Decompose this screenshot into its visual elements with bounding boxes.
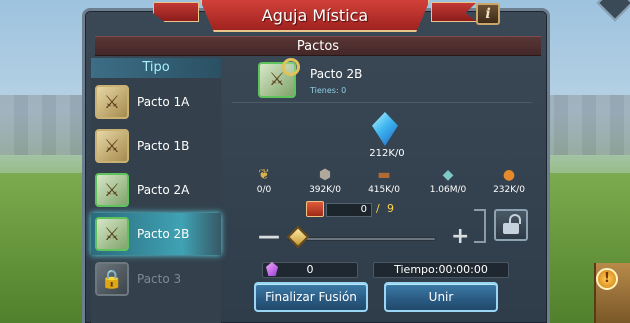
corner-gem-icon[interactable]: [596, 0, 630, 22]
unlock-icon: [503, 213, 521, 234]
quantity-max: 9: [387, 202, 394, 215]
lock-icon: 🔒: [95, 262, 129, 296]
gold-icon: ●: [502, 167, 516, 183]
divider: [232, 102, 532, 103]
selected-pact-name: Pacto 2B: [310, 67, 363, 81]
scroll-sword-icon: ⚔: [95, 129, 129, 163]
background-wall-left: [0, 95, 90, 155]
dialog-title: Aguja Mística: [261, 5, 369, 25]
info-button[interactable]: i: [476, 3, 500, 25]
ore-icon: ◆: [442, 167, 454, 183]
pact-label: Pacto 3: [137, 272, 182, 286]
resource-gold: ● 232K/0: [479, 166, 539, 195]
resource-value: 1.06M/0: [429, 185, 467, 195]
scroll-icon: [306, 201, 324, 217]
background-wall-right: [540, 95, 630, 155]
stone-icon: ⬢: [318, 167, 332, 183]
alert-badge-icon[interactable]: !: [596, 268, 618, 290]
pact-label: Pacto 1B: [137, 139, 190, 153]
crystal-cost: 212K/0: [369, 148, 405, 159]
scroll-sword-icon: ⚔: [95, 173, 129, 207]
scroll-sword-icon: ⚔: [95, 217, 129, 251]
resource-wood: ▬ 415K/0: [354, 166, 414, 195]
resource-stone: ⬢ 392K/0: [295, 166, 355, 195]
resource-value: 232K/0: [493, 185, 525, 195]
pact-item-3[interactable]: 🔒 Pacto 3: [91, 258, 221, 300]
decrease-button[interactable]: —: [258, 226, 280, 248]
unlock-button[interactable]: [494, 209, 528, 241]
quantity-input[interactable]: 0: [326, 203, 372, 217]
resource-value: 0/0: [256, 185, 272, 195]
quantity-separator: /: [376, 202, 380, 215]
finalize-fusion-button[interactable]: Finalizar Fusión: [254, 282, 368, 312]
time-display: Tiempo:00:00:00: [373, 262, 509, 278]
pact-label: Pacto 2B: [137, 227, 190, 241]
increase-button[interactable]: +: [451, 226, 469, 248]
resource-ore: ◆ 1.06M/0: [418, 166, 478, 195]
owned-count: Tienes: 0: [310, 86, 347, 95]
scroll-sword-icon: ⚔: [95, 85, 129, 119]
pact-item-1b[interactable]: ⚔ Pacto 1B: [91, 125, 221, 167]
wood-icon: ▬: [377, 167, 391, 183]
quantity-slider[interactable]: [288, 237, 436, 241]
bracket-connector: [474, 209, 486, 243]
pact-label: Pacto 1A: [137, 95, 190, 109]
resource-value: 415K/0: [368, 185, 400, 195]
magnifier-icon[interactable]: [282, 58, 300, 76]
pact-label: Pacto 2A: [137, 183, 190, 197]
resource-value: 392K/0: [309, 185, 341, 195]
resource-food: ❦ 0/0: [234, 166, 294, 195]
join-button[interactable]: Unir: [384, 282, 498, 312]
pact-item-2a[interactable]: ⚔ Pacto 2A: [91, 169, 221, 211]
wheat-icon: ❦: [258, 167, 270, 183]
title-banner: Aguja Mística: [200, 0, 430, 32]
list-header: Tipo: [91, 58, 221, 78]
pact-item-2b[interactable]: ⚔ Pacto 2B: [91, 213, 221, 255]
pact-item-1a[interactable]: ⚔ Pacto 1A: [91, 81, 221, 123]
section-header: Pactos: [95, 36, 541, 56]
